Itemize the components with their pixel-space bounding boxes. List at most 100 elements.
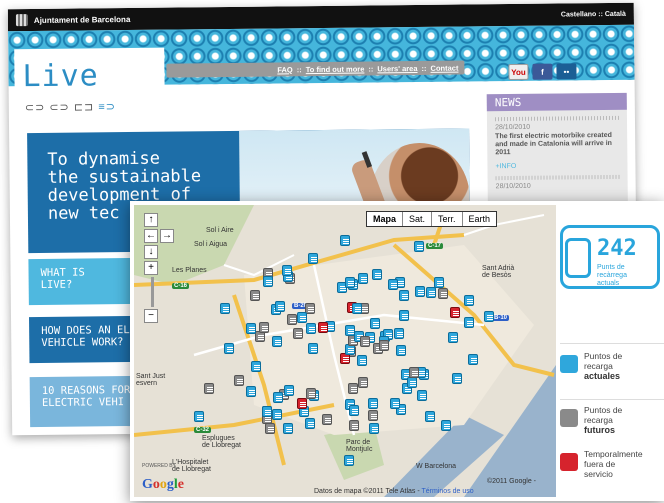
charging-point-marker[interactable] bbox=[194, 411, 204, 422]
map-type-sat[interactable]: Sat. bbox=[402, 212, 431, 226]
language-selector[interactable]: Castellano :: Català bbox=[561, 10, 626, 18]
charging-point-marker[interactable] bbox=[318, 322, 328, 333]
charging-point-marker[interactable] bbox=[360, 336, 370, 347]
terms-link[interactable]: Términos de uso bbox=[422, 488, 474, 495]
charging-point-marker[interactable] bbox=[468, 354, 478, 365]
charging-point-marker[interactable] bbox=[322, 414, 332, 425]
charging-point-marker[interactable] bbox=[372, 269, 382, 280]
facebook-icon[interactable]: f bbox=[532, 63, 553, 80]
charging-point-marker[interactable] bbox=[284, 385, 294, 396]
charging-point-marker[interactable] bbox=[265, 423, 275, 434]
charging-point-marker[interactable] bbox=[368, 398, 378, 409]
charging-point-marker[interactable] bbox=[352, 303, 362, 314]
youtube-icon[interactable]: You bbox=[508, 63, 529, 81]
charging-point-marker[interactable] bbox=[414, 241, 424, 252]
charging-point-marker[interactable] bbox=[426, 287, 436, 298]
charging-point-marker[interactable] bbox=[305, 418, 315, 429]
charging-point-marker[interactable] bbox=[246, 386, 256, 397]
charging-point-marker[interactable] bbox=[450, 307, 460, 318]
charging-point-marker[interactable] bbox=[388, 279, 398, 290]
charging-point-marker[interactable] bbox=[224, 343, 234, 354]
site-logo[interactable]: Live bbox=[22, 58, 99, 94]
charging-point-marker[interactable] bbox=[441, 420, 451, 431]
charging-point-marker[interactable] bbox=[306, 388, 316, 399]
news-more-link[interactable]: +INFO bbox=[495, 162, 619, 170]
charging-point-marker[interactable] bbox=[262, 406, 272, 417]
nav-faq[interactable]: FAQ bbox=[277, 65, 293, 74]
charging-point-marker[interactable] bbox=[349, 405, 359, 416]
charging-point-marker[interactable] bbox=[344, 455, 354, 466]
charging-point-marker[interactable] bbox=[308, 253, 318, 264]
nav-contact[interactable]: Contact bbox=[430, 63, 458, 72]
charging-point-marker[interactable] bbox=[251, 361, 261, 372]
nav-users-area[interactable]: Users' area bbox=[377, 64, 417, 73]
charging-point-marker[interactable] bbox=[348, 383, 358, 394]
google-logo[interactable]: Google bbox=[142, 477, 184, 493]
charging-point-marker[interactable] bbox=[409, 367, 419, 378]
charging-point-marker[interactable] bbox=[399, 310, 409, 321]
charging-point-marker[interactable] bbox=[357, 355, 367, 366]
news-text[interactable]: The first electric motorbike created and… bbox=[495, 132, 619, 157]
charging-point-marker[interactable] bbox=[272, 409, 282, 420]
charging-point-marker[interactable] bbox=[297, 312, 307, 323]
charging-point-marker[interactable] bbox=[340, 235, 350, 246]
map-type-mapa[interactable]: Mapa bbox=[367, 212, 403, 226]
charging-point-marker[interactable] bbox=[308, 343, 318, 354]
charging-point-marker[interactable] bbox=[246, 323, 256, 334]
zoom-slider[interactable] bbox=[144, 277, 158, 307]
charging-point-marker[interactable] bbox=[263, 276, 273, 287]
charging-point-marker[interactable] bbox=[250, 290, 260, 301]
charging-point-marker[interactable] bbox=[220, 303, 230, 314]
charging-point-marker[interactable] bbox=[448, 332, 458, 343]
charging-point-marker[interactable] bbox=[464, 317, 474, 328]
charging-point-marker[interactable] bbox=[259, 322, 269, 333]
charging-point-marker[interactable] bbox=[345, 325, 355, 336]
pan-up-button[interactable]: ↑ bbox=[144, 213, 158, 227]
charging-point-marker[interactable] bbox=[297, 398, 307, 409]
zoom-out-button[interactable]: − bbox=[144, 309, 158, 323]
charging-point-marker[interactable] bbox=[390, 398, 400, 409]
charging-point-marker[interactable] bbox=[369, 423, 379, 434]
pan-left-button[interactable]: ← bbox=[144, 229, 158, 243]
charging-point-marker[interactable] bbox=[368, 410, 378, 421]
flickr-icon[interactable]: •• bbox=[556, 63, 577, 80]
charging-point-marker[interactable] bbox=[425, 411, 435, 422]
google-map[interactable]: ↑ ← → ↓ + − Mapa Sat. Terr. Earth Sol i … bbox=[134, 205, 556, 497]
charging-point-marker[interactable] bbox=[379, 340, 389, 351]
charging-point-marker[interactable] bbox=[287, 314, 297, 325]
org-name[interactable]: Ajuntament de Barcelona bbox=[34, 15, 131, 25]
charging-point-marker[interactable] bbox=[407, 377, 417, 388]
charging-point-marker[interactable] bbox=[396, 345, 406, 356]
nav-find-out-more[interactable]: To find out more bbox=[306, 64, 365, 74]
plug-icon bbox=[565, 238, 591, 278]
charging-point-marker[interactable] bbox=[272, 336, 282, 347]
charging-point-marker[interactable] bbox=[417, 390, 427, 401]
charging-point-marker[interactable] bbox=[438, 288, 448, 299]
charging-point-marker[interactable] bbox=[464, 295, 474, 306]
charging-point-marker[interactable] bbox=[358, 377, 368, 388]
charging-point-marker[interactable] bbox=[306, 323, 316, 334]
charging-point-marker[interactable] bbox=[415, 286, 425, 297]
charging-point-marker[interactable] bbox=[204, 383, 214, 394]
charging-point-marker[interactable] bbox=[349, 420, 359, 431]
pan-down-button[interactable]: ↓ bbox=[144, 245, 158, 259]
map-type-terr[interactable]: Terr. bbox=[431, 212, 462, 226]
charging-point-marker[interactable] bbox=[452, 373, 462, 384]
charging-point-marker[interactable] bbox=[275, 301, 285, 312]
charging-point-marker[interactable] bbox=[293, 328, 303, 339]
charging-point-marker[interactable] bbox=[234, 375, 244, 386]
charging-point-marker[interactable] bbox=[358, 273, 368, 284]
charging-point-marker[interactable] bbox=[434, 277, 444, 288]
pan-right-button[interactable]: → bbox=[160, 229, 174, 243]
charging-point-marker[interactable] bbox=[273, 392, 283, 403]
charging-point-marker[interactable] bbox=[394, 328, 404, 339]
charging-point-marker[interactable] bbox=[282, 265, 292, 276]
charging-point-marker[interactable] bbox=[345, 277, 355, 288]
map-type-earth[interactable]: Earth bbox=[461, 212, 497, 226]
charging-point-marker[interactable] bbox=[484, 311, 494, 322]
map-type-selector: Mapa Sat. Terr. Earth bbox=[366, 211, 498, 227]
charging-point-marker[interactable] bbox=[370, 318, 380, 329]
zoom-in-button[interactable]: + bbox=[144, 261, 158, 275]
charging-point-marker[interactable] bbox=[283, 423, 293, 434]
charging-point-marker[interactable] bbox=[399, 290, 409, 301]
